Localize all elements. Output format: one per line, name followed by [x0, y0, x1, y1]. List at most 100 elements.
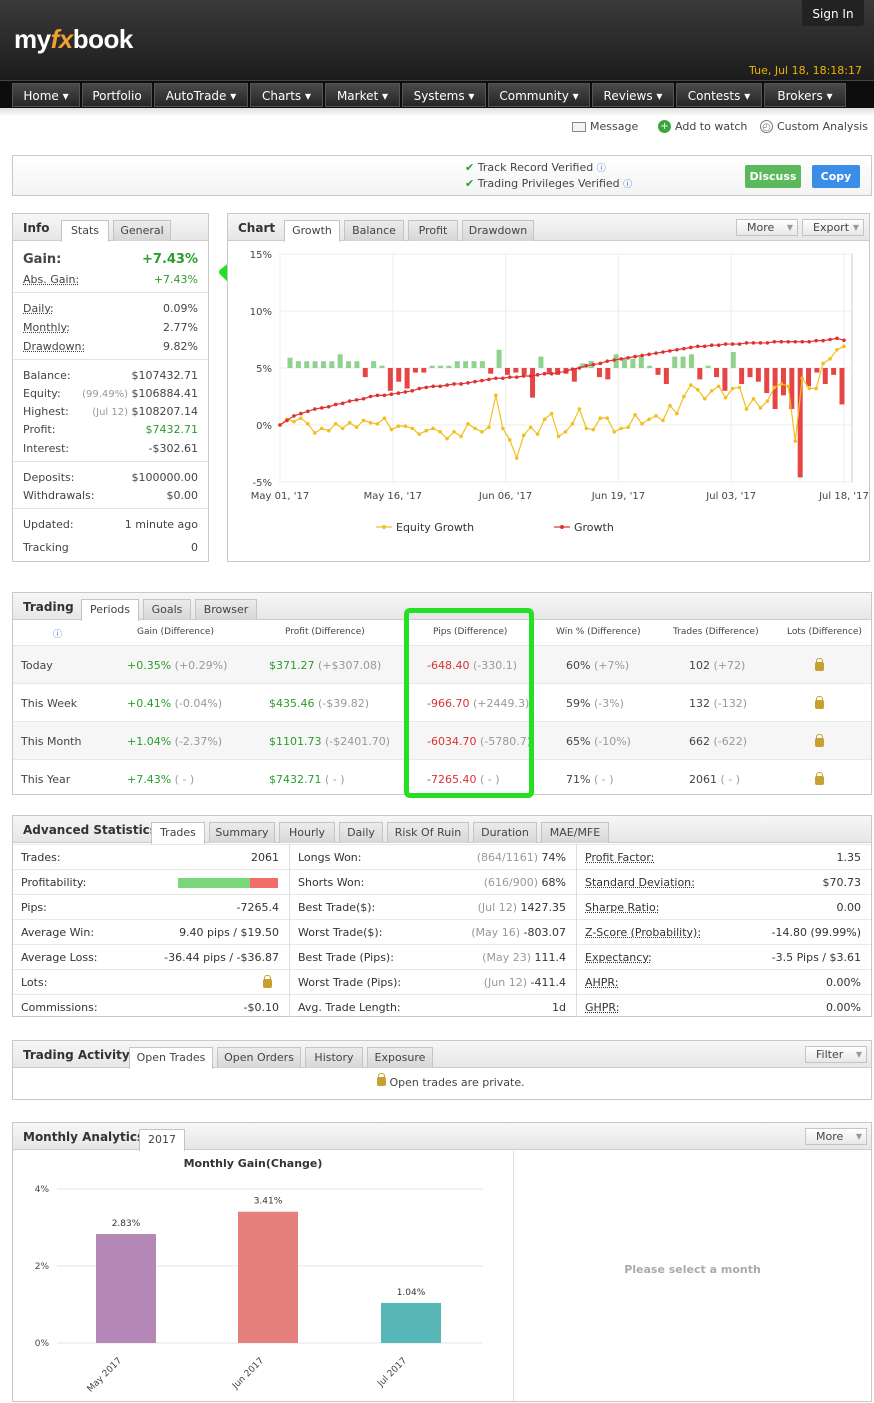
gain-row: Gain: +7.43% [23, 252, 198, 267]
nav-portfolio[interactable]: Portfolio [82, 83, 152, 107]
tab-periods[interactable]: Periods [81, 599, 139, 621]
series-point [403, 424, 408, 428]
trading-activity-panel: Trading Activity Open Trades Open Orders… [12, 1040, 872, 1100]
tab-browser[interactable]: Browser [195, 599, 257, 620]
nav-market[interactable]: Market ▾ [325, 83, 400, 107]
trades-diff: (-622) [713, 735, 748, 748]
stat-row: Avg. Trade Length: 1d [290, 994, 576, 1019]
series-point [480, 378, 484, 383]
tab-summary[interactable]: Summary [209, 822, 275, 843]
series-point [772, 339, 777, 344]
nav-systems[interactable]: Systems ▾ [402, 83, 486, 107]
tab-open-trades[interactable]: Open Trades [129, 1047, 213, 1069]
nav-home[interactable]: Home ▾ [12, 83, 80, 107]
win-value: 65% [566, 735, 591, 748]
nav-contests[interactable]: Contests ▾ [676, 83, 762, 107]
profit-value-cell: $7432.71 ( - ) [269, 773, 345, 786]
trading-title: Trading [23, 600, 74, 614]
chevron-down-icon: ▼ [855, 1132, 862, 1141]
y-tick-label: 5% [256, 364, 272, 375]
updated-value: 1 minute ago [124, 518, 198, 531]
series-point [361, 418, 366, 423]
nav-brokers[interactable]: Brokers ▾ [764, 83, 846, 107]
nav-charts[interactable]: Charts ▾ [250, 83, 323, 107]
tab-mae-mfe[interactable]: MAE/MFE [541, 822, 609, 843]
stat-row: Best Trade (Pips): (May 23) 111.4 [290, 944, 576, 969]
stat-row: Average Loss: -36.44 pips / -$36.87 [13, 944, 289, 969]
tab-exposure[interactable]: Exposure [367, 1047, 433, 1068]
profit-diff: (+$307.08) [318, 659, 382, 672]
header-profit: Profit (Difference) [285, 627, 365, 637]
tab-2017[interactable]: 2017 [139, 1129, 185, 1151]
series-point [459, 434, 463, 439]
custom-analysis-link[interactable]: ◴ Custom Analysis [760, 120, 868, 133]
filter-dropdown[interactable]: Filter ▼ [805, 1046, 867, 1063]
series-point [382, 393, 387, 398]
series-point [584, 363, 589, 368]
copy-button[interactable]: Copy [812, 165, 860, 188]
series-point [647, 417, 651, 422]
message-link[interactable]: Message [572, 120, 638, 133]
nav-autotrade[interactable]: AutoTrade ▾ [154, 83, 248, 107]
stat-label: Best Trade($): [298, 901, 376, 914]
win-value: 60% [566, 659, 591, 672]
tab-history[interactable]: History [305, 1047, 363, 1068]
profit-bar [446, 365, 452, 368]
header-gain: Gain (Difference) [137, 627, 214, 637]
monthly-gain-chart[interactable]: Monthly Gain(Change) 4% 2% 0% 2.83% May 2017 3… [13, 1151, 513, 1401]
more-dropdown[interactable]: More ▼ [736, 219, 798, 236]
series-point [591, 427, 596, 432]
tab-trades[interactable]: Trades [151, 822, 205, 844]
export-dropdown[interactable]: Export ▼ [802, 219, 864, 236]
nav-reviews[interactable]: Reviews ▾ [592, 83, 674, 107]
tab-open-orders[interactable]: Open Orders [217, 1047, 301, 1068]
series-point [326, 404, 331, 409]
tab-daily[interactable]: Daily [339, 822, 383, 843]
help-icon[interactable]: ⓘ [53, 627, 62, 640]
more-dropdown[interactable]: More ▼ [805, 1128, 867, 1145]
sign-in-button[interactable]: Sign In [802, 0, 864, 26]
lock-icon [263, 975, 272, 988]
tab-goals[interactable]: Goals [143, 599, 191, 620]
tab-stats[interactable]: Stats [61, 220, 109, 242]
divider [13, 508, 208, 509]
tab-hourly[interactable]: Hourly [279, 822, 335, 843]
tab-general[interactable]: General [113, 220, 171, 241]
series-point [633, 354, 637, 359]
series-point [779, 339, 784, 344]
stat-value: 1d [552, 1001, 566, 1014]
myfxbook-logo[interactable]: myfxbook [14, 24, 133, 55]
discuss-button[interactable]: Discuss [745, 165, 801, 188]
profit-bar [287, 357, 293, 368]
series-point [842, 344, 846, 349]
help-icon[interactable]: ⓘ [597, 164, 606, 174]
profit-bar [806, 368, 812, 387]
help-icon[interactable]: ⓘ [623, 180, 632, 190]
nav-community[interactable]: Community ▾ [488, 83, 590, 107]
tab-profit[interactable]: Profit [408, 220, 458, 241]
tab-balance[interactable]: Balance [344, 220, 404, 241]
series-point [661, 350, 665, 354]
series-point [417, 386, 422, 391]
profit-bar [622, 358, 628, 368]
y-tick-label: 10% [250, 307, 272, 318]
series-point [619, 426, 623, 431]
x-category-label: May 2017 [86, 1356, 124, 1394]
tab-duration[interactable]: Duration [473, 822, 537, 843]
stat-value: 1.35 [836, 851, 862, 864]
row-label: Today [21, 659, 53, 672]
row-label-cell: This Year [21, 773, 70, 786]
series-point [695, 387, 700, 392]
growth-chart[interactable]: 15% 10% 5% 0% -5% May 01, '17 May 16, '17 Jun 0… [228, 242, 869, 561]
series-point [466, 381, 470, 385]
monthly-label: Monthly: [23, 321, 70, 334]
tab-growth[interactable]: Growth [284, 220, 340, 242]
trades-value-cell: 662 (-622) [689, 735, 747, 748]
tab-risk-of-ruin[interactable]: Risk Of Ruin [387, 822, 469, 843]
series-point [689, 383, 693, 387]
profit-bar [362, 368, 368, 378]
profit-bar [329, 361, 335, 368]
add-to-watch-link[interactable]: + Add to watch [658, 120, 747, 133]
nav-shadow [0, 108, 874, 116]
tab-drawdown[interactable]: Drawdown [462, 220, 534, 241]
